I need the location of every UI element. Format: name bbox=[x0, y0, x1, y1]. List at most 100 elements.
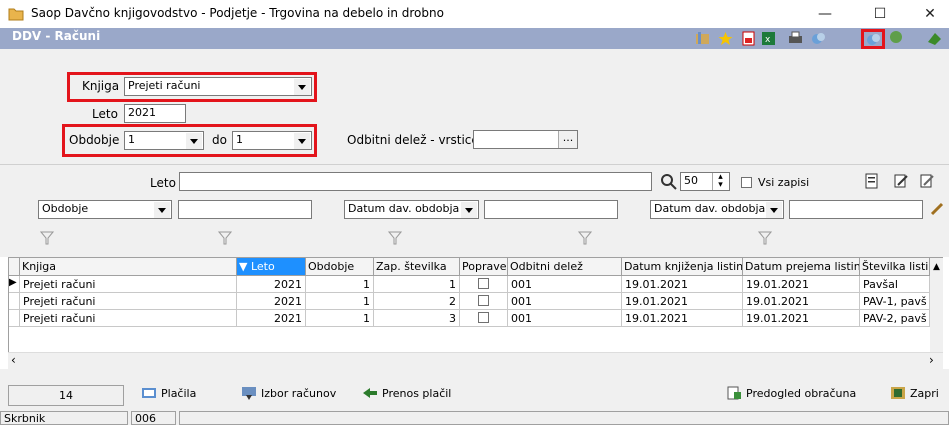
cell-datum-prejema[interactable]: 19.01.2021 bbox=[743, 293, 860, 310]
cell-obdobje[interactable]: 1 bbox=[306, 310, 374, 327]
scroll-right-icon[interactable]: › bbox=[929, 353, 934, 367]
placila-button[interactable]: Plačila bbox=[141, 386, 196, 400]
filter-funnel-icon[interactable] bbox=[577, 231, 593, 245]
favorite-star-icon[interactable] bbox=[717, 30, 734, 47]
knjiga-select[interactable]: Prejeti računi bbox=[124, 77, 312, 96]
scroll-up-icon[interactable]: ▲ bbox=[930, 258, 943, 276]
cell-knjiga[interactable]: Prejeti računi bbox=[20, 293, 237, 310]
close-button[interactable]: ✕ bbox=[910, 0, 949, 28]
cell-datum-prejema[interactable]: 19.01.2021 bbox=[743, 276, 860, 293]
print-icon[interactable] bbox=[787, 30, 804, 47]
cell-obdobje[interactable]: 1 bbox=[306, 293, 374, 310]
leto-input[interactable]: 2021 bbox=[124, 104, 186, 123]
column-header-obdobje[interactable]: Obdobje bbox=[306, 258, 374, 276]
copy-record-icon[interactable] bbox=[810, 30, 827, 47]
cell-knjiga[interactable]: Prejeti računi bbox=[20, 310, 237, 327]
column-header-knjiga[interactable]: Knjiga bbox=[20, 258, 237, 276]
filter-combo-datum2[interactable]: Datum dav. obdobja bbox=[650, 200, 784, 219]
obdobje-from-select[interactable]: 1 bbox=[124, 131, 204, 150]
cell-odbitni-delez[interactable]: 001 bbox=[508, 310, 622, 327]
izbor-racunov-label: Izbor računov bbox=[261, 386, 337, 400]
scroll-left-icon[interactable]: ‹ bbox=[11, 353, 16, 367]
column-header-leto[interactable]: ▼ Leto bbox=[237, 258, 306, 276]
cell-zap-stevilka[interactable]: 1 bbox=[374, 276, 460, 293]
column-header-datum-prejema[interactable]: Datum prejema listine bbox=[743, 258, 860, 276]
prenos-placil-button[interactable]: Prenos plačil bbox=[362, 386, 451, 400]
cell-knjiga[interactable]: Prejeti računi bbox=[20, 276, 237, 293]
cell-popravek[interactable] bbox=[460, 276, 508, 293]
cell-datum-knjizenja[interactable]: 19.01.2021 bbox=[622, 293, 743, 310]
filter-funnel-icon[interactable] bbox=[39, 231, 55, 245]
popravek-checkbox[interactable] bbox=[478, 312, 489, 323]
settings-icon[interactable] bbox=[888, 29, 905, 46]
column-header-stevilka-listine[interactable]: Številka listine bbox=[860, 258, 930, 276]
cell-popravek[interactable] bbox=[460, 293, 508, 310]
row-indicator bbox=[9, 310, 20, 327]
obdobje-to-dropdown-icon[interactable] bbox=[294, 133, 310, 149]
current-row-indicator-icon: ▶ bbox=[9, 276, 20, 293]
cell-leto[interactable]: 2021 bbox=[237, 310, 306, 327]
select-invoices-icon bbox=[242, 387, 256, 400]
knjiga-value: Prejeti računi bbox=[128, 79, 201, 92]
cell-leto[interactable]: 2021 bbox=[237, 293, 306, 310]
new-document-icon[interactable] bbox=[864, 173, 879, 189]
export-pdf-icon[interactable] bbox=[740, 30, 757, 47]
search-icon[interactable] bbox=[660, 173, 677, 190]
predogled-obracuna-button[interactable]: Predogled obračuna bbox=[726, 386, 856, 400]
column-header-odbitni-delez[interactable]: Odbitni delež bbox=[508, 258, 622, 276]
vsi-zapisi-checkbox[interactable] bbox=[741, 177, 752, 188]
obdobje-from-dropdown-icon[interactable] bbox=[186, 133, 202, 149]
vertical-scrollbar[interactable] bbox=[930, 276, 943, 352]
cell-stevilka-listine[interactable]: PAV-2, pavš bbox=[860, 310, 930, 327]
filter-funnel-icon[interactable] bbox=[387, 231, 403, 245]
filter-combo-obdobje[interactable]: Obdobje bbox=[38, 200, 172, 219]
layout-icon[interactable] bbox=[694, 30, 711, 47]
copy-records-highlighted-button[interactable] bbox=[861, 29, 885, 49]
cell-stevilka-listine[interactable]: Pavšal bbox=[860, 276, 930, 293]
cell-datum-knjizenja[interactable]: 19.01.2021 bbox=[622, 276, 743, 293]
column-header-datum-knjizenja[interactable]: Datum knjiženja listine bbox=[622, 258, 743, 276]
cell-datum-prejema[interactable]: 19.01.2021 bbox=[743, 310, 860, 327]
close-book-icon bbox=[891, 387, 905, 399]
filter-funnel-icon[interactable] bbox=[217, 231, 233, 245]
cell-obdobje[interactable]: 1 bbox=[306, 276, 374, 293]
cell-stevilka-listine[interactable]: PAV-1, pavš bbox=[860, 293, 930, 310]
cell-odbitni-delez[interactable]: 001 bbox=[508, 276, 622, 293]
zapri-button[interactable]: Zapri bbox=[890, 386, 939, 400]
filter-combo-datum2-dropdown-icon[interactable] bbox=[766, 202, 782, 218]
column-header-popravek[interactable]: Popravek bbox=[460, 258, 508, 276]
filter-leto-input[interactable] bbox=[179, 172, 652, 191]
filter-combo-obdobje-dropdown-icon[interactable] bbox=[154, 202, 170, 218]
filter-datum2-input[interactable] bbox=[789, 200, 923, 219]
export-excel-icon[interactable]: x bbox=[760, 30, 777, 47]
knjiga-dropdown-icon[interactable] bbox=[294, 79, 310, 95]
izbor-racunov-button[interactable]: Izbor računov bbox=[241, 386, 336, 400]
minimize-button[interactable]: — bbox=[805, 0, 845, 28]
clear-filter-icon[interactable] bbox=[930, 202, 944, 216]
filter-combo-datum1[interactable]: Datum dav. obdobja bbox=[344, 200, 479, 219]
cell-odbitni-delez[interactable]: 001 bbox=[508, 293, 622, 310]
column-header-zap-stevilka[interactable]: Zap. številka bbox=[374, 258, 460, 276]
maximize-button[interactable]: ☐ bbox=[860, 0, 900, 28]
cell-leto[interactable]: 2021 bbox=[237, 276, 306, 293]
cell-datum-knjizenja[interactable]: 19.01.2021 bbox=[622, 310, 743, 327]
filter-funnel-icon[interactable] bbox=[757, 231, 773, 245]
cell-zap-stevilka[interactable]: 2 bbox=[374, 293, 460, 310]
popravek-checkbox[interactable] bbox=[478, 295, 489, 306]
app-folder-icon bbox=[8, 6, 24, 22]
copy-records-icon bbox=[866, 33, 880, 45]
horizontal-scrollbar[interactable]: ‹ › bbox=[8, 352, 943, 369]
navigate-icon[interactable] bbox=[926, 30, 943, 47]
cell-popravek[interactable] bbox=[460, 310, 508, 327]
placila-label: Plačila bbox=[161, 386, 197, 400]
popravek-checkbox[interactable] bbox=[478, 278, 489, 289]
obdobje-to-select[interactable]: 1 bbox=[232, 131, 312, 150]
cell-zap-stevilka[interactable]: 3 bbox=[374, 310, 460, 327]
edit-properties-icon[interactable] bbox=[919, 173, 934, 189]
filter-datum1-input[interactable] bbox=[484, 200, 618, 219]
filter-combo-datum1-dropdown-icon[interactable] bbox=[461, 202, 477, 218]
limit-spin-icon[interactable]: ▴ ▾ bbox=[712, 173, 728, 190]
filter-obdobje-input[interactable] bbox=[178, 200, 312, 219]
edit-document-icon[interactable] bbox=[893, 173, 908, 189]
odbitni-browse-button[interactable]: ... bbox=[558, 131, 577, 148]
